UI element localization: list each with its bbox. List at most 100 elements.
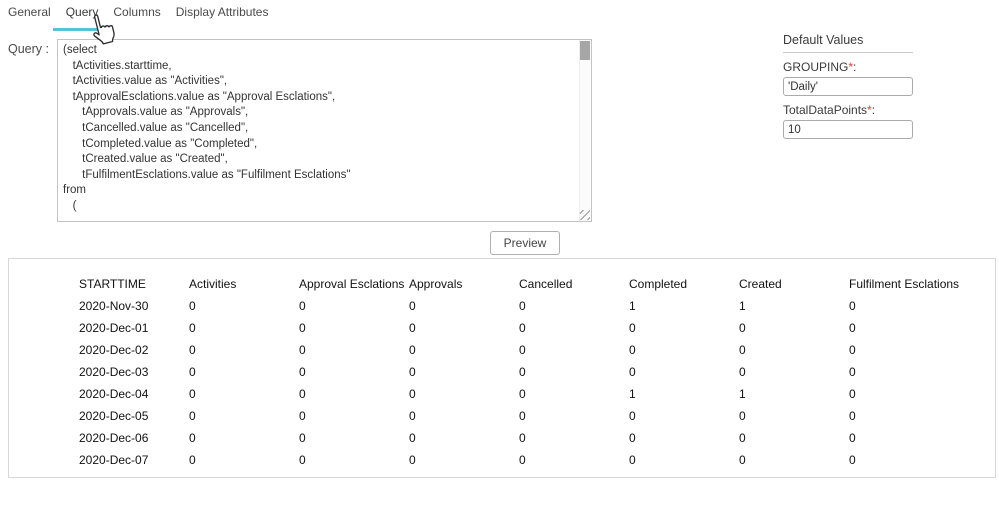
table-cell: 2020-Dec-05: [78, 405, 188, 427]
table-cell: 0: [298, 295, 408, 317]
query-scrollbar-thumb[interactable]: [580, 41, 590, 60]
table-cell: 0: [628, 339, 738, 361]
table-cell: 0: [408, 295, 518, 317]
table-row: 2020-Dec-040000110: [78, 383, 961, 405]
table-cell: 2020-Dec-01: [78, 317, 188, 339]
table-cell: 0: [628, 361, 738, 383]
column-header: STARTTIME: [78, 273, 188, 295]
table-cell: 2020-Nov-30: [78, 295, 188, 317]
column-header: Fulfilment Esclations: [848, 273, 961, 295]
table-cell: 0: [848, 405, 961, 427]
table-cell: 0: [188, 383, 298, 405]
table-cell: 0: [298, 317, 408, 339]
table-cell: 0: [518, 317, 628, 339]
table-cell: 0: [848, 317, 961, 339]
tab-display-attributes[interactable]: Display Attributes: [176, 5, 269, 25]
table-cell: 0: [628, 405, 738, 427]
table-cell: 0: [188, 317, 298, 339]
table-cell: 2020-Dec-03: [78, 361, 188, 383]
tab-bar: General Query Columns Display Attributes: [8, 5, 268, 25]
table-cell: 0: [298, 383, 408, 405]
column-header: Approval Esclations: [298, 273, 408, 295]
table-cell: 0: [518, 339, 628, 361]
table-row: 2020-Dec-070000000: [78, 449, 961, 471]
table-cell: 1: [628, 383, 738, 405]
column-header: Activities: [188, 273, 298, 295]
table-cell: 0: [518, 361, 628, 383]
table-row: 2020-Dec-020000000: [78, 339, 961, 361]
table-row: 2020-Nov-300000110: [78, 295, 961, 317]
table-cell: 0: [738, 427, 848, 449]
default-values-section: Default Values GROUPING*: TotalDataPoint…: [783, 33, 913, 139]
table-cell: 0: [298, 339, 408, 361]
table-cell: 2020-Dec-07: [78, 449, 188, 471]
table-cell: 1: [628, 295, 738, 317]
column-header: Created: [738, 273, 848, 295]
table-cell: 0: [848, 383, 961, 405]
table-cell: 0: [848, 339, 961, 361]
table-cell: 0: [298, 361, 408, 383]
query-field-label: Query :: [8, 42, 49, 56]
results-table: STARTTIMEActivitiesApproval EsclationsAp…: [78, 273, 961, 471]
table-cell: 1: [738, 383, 848, 405]
table-cell: 0: [738, 361, 848, 383]
table-cell: 0: [408, 339, 518, 361]
table-cell: 0: [298, 405, 408, 427]
active-tab-underline: [53, 28, 103, 31]
tab-columns[interactable]: Columns: [113, 5, 160, 25]
table-cell: 0: [298, 427, 408, 449]
column-header: Completed: [628, 273, 738, 295]
table-cell: 0: [848, 427, 961, 449]
table-header-row: STARTTIMEActivitiesApproval EsclationsAp…: [78, 273, 961, 295]
table-cell: 0: [848, 295, 961, 317]
table-cell: 0: [188, 339, 298, 361]
table-cell: 0: [518, 405, 628, 427]
table-row: 2020-Dec-030000000: [78, 361, 961, 383]
grouping-input[interactable]: [783, 77, 913, 96]
table-cell: 0: [628, 449, 738, 471]
table-row: 2020-Dec-060000000: [78, 427, 961, 449]
preview-button[interactable]: Preview: [490, 231, 560, 255]
grouping-label: GROUPING*:: [783, 60, 913, 74]
table-cell: 0: [518, 449, 628, 471]
table-cell: 0: [848, 361, 961, 383]
label-colon: :: [872, 103, 875, 117]
grouping-label-text: GROUPING: [783, 60, 848, 74]
query-scrollbar-track[interactable]: [579, 40, 591, 221]
table-cell: 2020-Dec-02: [78, 339, 188, 361]
query-text: (select tActivities.starttime, tActiviti…: [63, 43, 575, 217]
default-values-title: Default Values: [783, 33, 913, 53]
table-cell: 2020-Dec-04: [78, 383, 188, 405]
column-header: Approvals: [408, 273, 518, 295]
table-cell: 0: [628, 427, 738, 449]
table-cell: 0: [738, 339, 848, 361]
table-cell: 0: [518, 427, 628, 449]
label-colon: :: [853, 60, 856, 74]
totaldatapoints-label: TotalDataPoints*:: [783, 103, 913, 117]
totaldatapoints-input[interactable]: [783, 120, 913, 139]
table-cell: 0: [408, 405, 518, 427]
table-cell: 2020-Dec-06: [78, 427, 188, 449]
table-cell: 0: [408, 317, 518, 339]
preview-results-panel: STARTTIMEActivitiesApproval EsclationsAp…: [8, 258, 996, 478]
table-cell: 0: [408, 449, 518, 471]
totaldatapoints-label-text: TotalDataPoints: [783, 103, 867, 117]
table-cell: 0: [188, 405, 298, 427]
table-cell: 0: [848, 449, 961, 471]
table-cell: 0: [188, 427, 298, 449]
tab-query[interactable]: Query: [66, 5, 99, 25]
table-cell: 0: [408, 427, 518, 449]
table-cell: 0: [298, 449, 408, 471]
table-cell: 0: [518, 295, 628, 317]
table-cell: 1: [738, 295, 848, 317]
table-cell: 0: [188, 361, 298, 383]
column-header: Cancelled: [518, 273, 628, 295]
tab-general[interactable]: General: [8, 5, 51, 25]
table-cell: 0: [408, 361, 518, 383]
table-cell: 0: [738, 405, 848, 427]
table-cell: 0: [408, 383, 518, 405]
table-cell: 0: [188, 449, 298, 471]
query-textarea[interactable]: (select tActivities.starttime, tActiviti…: [57, 39, 592, 222]
table-cell: 0: [518, 383, 628, 405]
textarea-resize-grip-icon[interactable]: [580, 210, 590, 220]
